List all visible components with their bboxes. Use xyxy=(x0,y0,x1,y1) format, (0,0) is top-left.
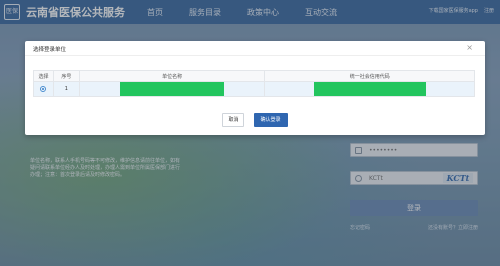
unit-name-cell xyxy=(78,81,266,97)
select-radio[interactable] xyxy=(40,85,47,92)
row-index: 1 xyxy=(52,81,80,97)
column-header-select: 选择 xyxy=(33,70,54,82)
close-icon[interactable]: × xyxy=(466,43,473,52)
credit-code-redaction xyxy=(313,82,426,96)
credit-code-cell xyxy=(264,81,475,97)
column-header-index: 序号 xyxy=(52,70,80,82)
table-header-row: 选择 序号 单位名称 统一社会信用代码 xyxy=(33,70,475,82)
unit-table: 选择 序号 单位名称 统一社会信用代码 1 xyxy=(33,70,475,97)
select-unit-dialog: 选择登录单位 × 选择 序号 单位名称 统一社会信用代码 1 取消 确认登录 xyxy=(25,41,485,135)
row-select-cell xyxy=(33,81,54,97)
column-header-unit-name: 单位名称 xyxy=(78,70,266,82)
column-header-credit-code: 统一社会信用代码 xyxy=(264,70,475,82)
dialog-title: 选择登录单位 xyxy=(33,47,67,53)
dialog-buttons: 取消 确认登录 xyxy=(25,113,485,132)
cancel-button[interactable]: 取消 xyxy=(222,113,245,127)
confirm-login-button[interactable]: 确认登录 xyxy=(253,113,288,127)
unit-name-redaction xyxy=(120,82,225,96)
dialog-divider xyxy=(25,55,485,56)
table-row[interactable]: 1 xyxy=(33,81,475,97)
